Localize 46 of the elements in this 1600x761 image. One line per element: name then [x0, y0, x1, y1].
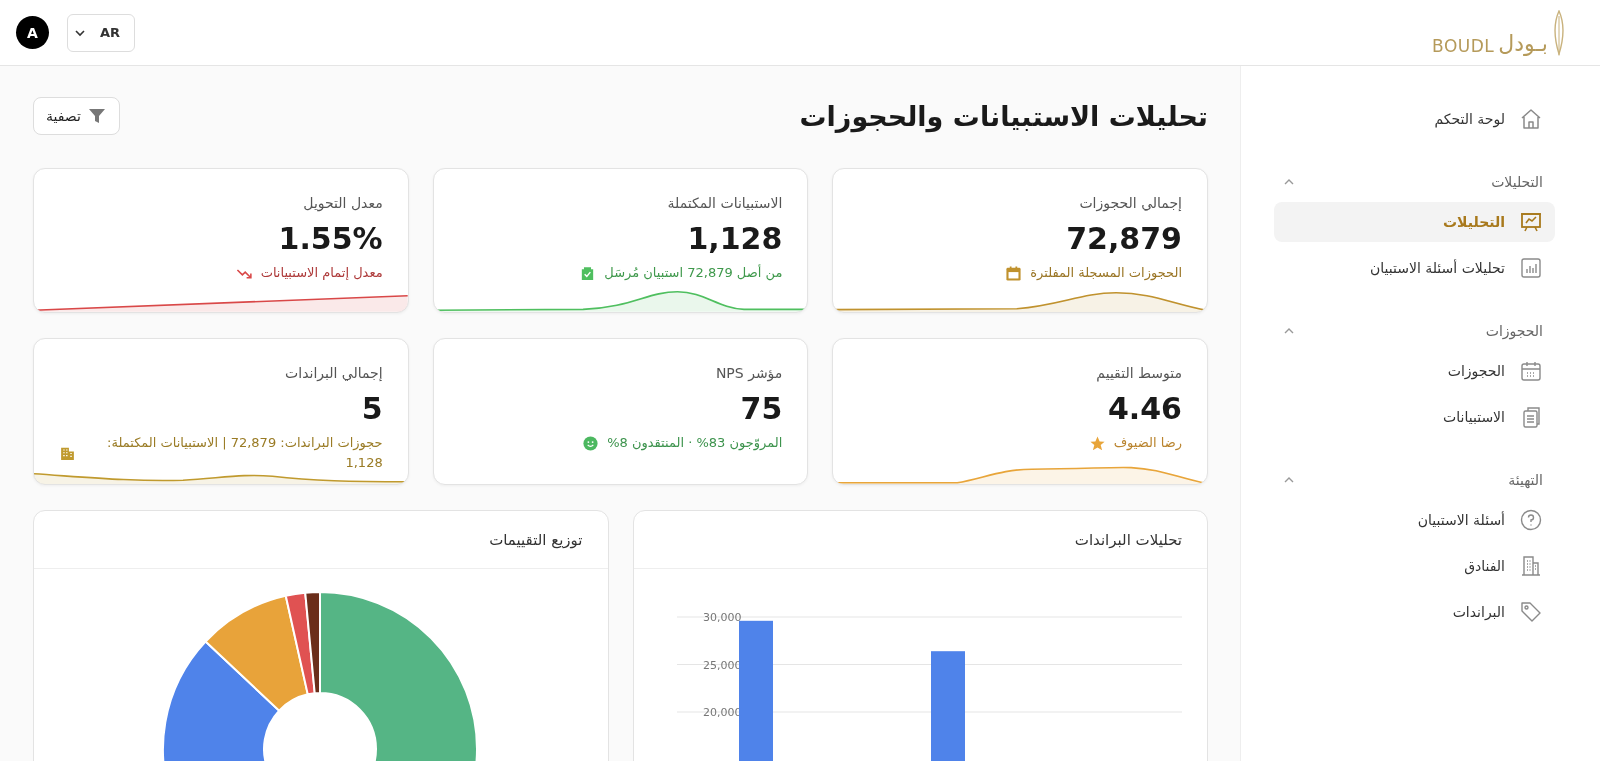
- card-subtitle: من أصل 72,879 استبيان مُرسَل: [604, 263, 783, 283]
- logo-text: BOUDL: [1432, 35, 1495, 56]
- filter-icon: [86, 106, 107, 126]
- sidebar-item[interactable]: البراندات: [1274, 592, 1555, 632]
- feather-logo-icon: [1552, 9, 1566, 56]
- bar-chart-icon: [1519, 256, 1543, 280]
- card-title: إجمالي الحجوزات: [1078, 194, 1182, 213]
- card-value: 1.55%: [277, 221, 383, 257]
- section-heading: التهيئة: [1508, 472, 1543, 488]
- filter-button[interactable]: تصفية: [33, 97, 120, 135]
- card-title: متوسط التقييم: [1095, 364, 1182, 383]
- sidebar-item[interactable]: الفنادق: [1274, 546, 1555, 586]
- card-subtitle: المروّجون 83% · المنتقدون 8%: [607, 434, 783, 453]
- card-value: 5: [360, 391, 383, 427]
- user-avatar[interactable]: A: [16, 16, 49, 49]
- card-value: 1,128: [686, 221, 783, 257]
- card-subtitle: رضا الضيوف: [1113, 434, 1182, 453]
- card-value: 4.46: [1106, 391, 1182, 427]
- section-heading: التحليلات: [1491, 174, 1543, 190]
- page-title: تحليلات الاستبيانات والحجوزات: [799, 100, 1208, 132]
- card-title: إجمالي البراندات: [284, 364, 383, 383]
- card-subtitle: معدل إتمام الاستبيانات: [260, 264, 383, 282]
- sidebar-item[interactable]: الحجوزات: [1274, 351, 1555, 391]
- sidebar-item[interactable]: لوحة التحكم: [1274, 99, 1555, 139]
- card-value: 72,879: [1065, 221, 1182, 257]
- tag-icon: [1519, 600, 1543, 624]
- axis-tick-label: 30,000: [703, 611, 742, 625]
- sidebar-item[interactable]: تحليلات أسئلة الاستبيان: [1274, 248, 1555, 288]
- calendar-icon: [1519, 359, 1543, 383]
- presentation-chart-icon: [1519, 210, 1543, 234]
- card-subtitle: حجوزات البراندات: 72,879 | الاستبيانات المكتملة: 1,128: [106, 434, 383, 472]
- sidebar-item[interactable]: أسئلة الاستبيان: [1274, 500, 1555, 540]
- language-select[interactable]: AR: [67, 13, 136, 52]
- card-title: مؤشر NPS: [714, 364, 783, 383]
- card-title: الاستبيانات المكتملة: [666, 194, 783, 213]
- logo-text: بـودل: [1498, 30, 1548, 56]
- building-icon: [1519, 554, 1543, 578]
- card-title: معدل التحويل: [302, 194, 383, 213]
- question-icon: [1519, 508, 1543, 532]
- sidebar-item[interactable]: الاستبيانات: [1274, 397, 1555, 437]
- card-value: 75: [739, 391, 783, 427]
- section-heading: الحجوزات: [1485, 323, 1543, 339]
- card-subtitle: الحجوزات المسجلة المفلترة: [1030, 264, 1182, 283]
- home-icon: [1519, 107, 1543, 131]
- panel-title: توزيع التقييمات: [34, 511, 608, 570]
- panel-title: تحليلات البراندات: [633, 511, 1207, 570]
